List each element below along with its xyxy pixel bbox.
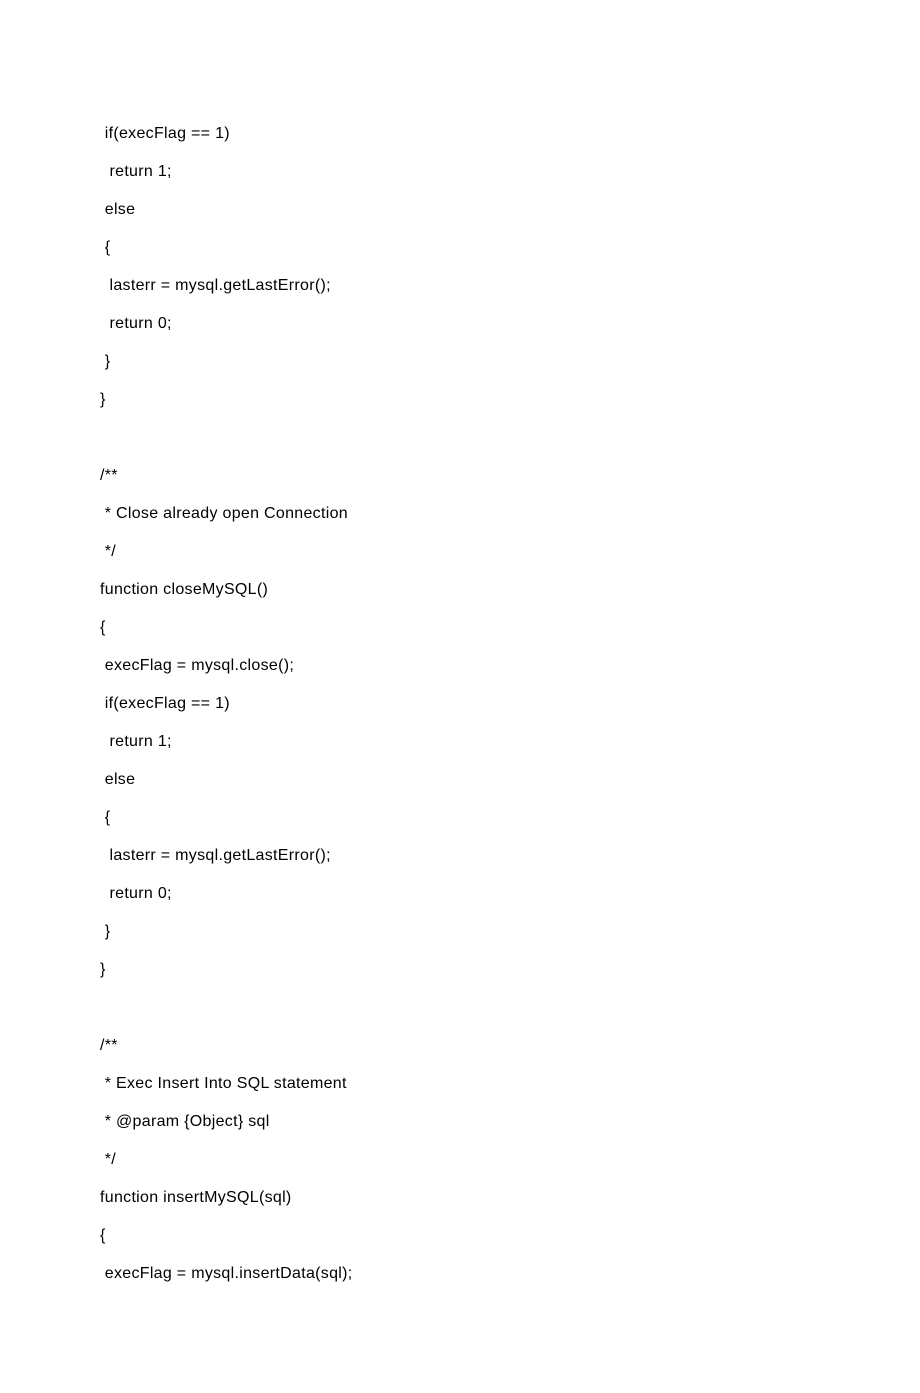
code-block: if(execFlag == 1) return 1; else { laste…	[100, 115, 820, 1293]
document-page: if(execFlag == 1) return 1; else { laste…	[0, 0, 920, 1393]
